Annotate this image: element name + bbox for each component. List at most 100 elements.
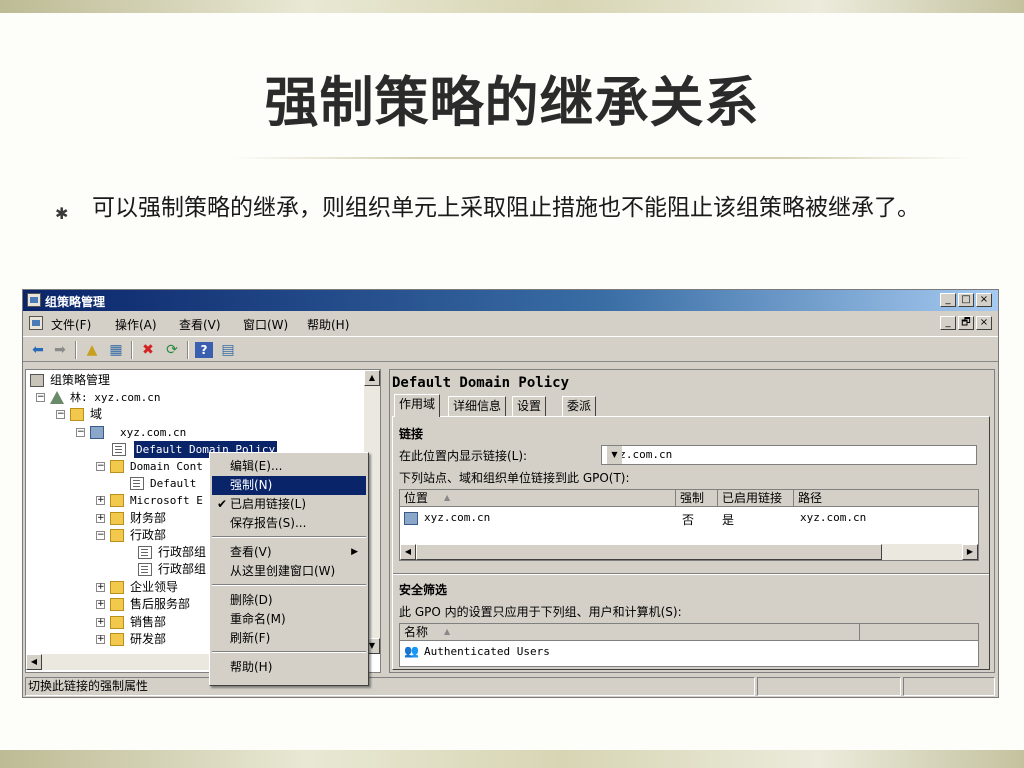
forward-arrow-icon[interactable]: ➡ — [51, 342, 69, 358]
tree-node-label: 销售部 — [130, 615, 167, 629]
details-pane: Default Domain Policy 作用域 详细信息 设置 委派 链接 … — [389, 369, 995, 673]
tab-delegation[interactable]: 委派 — [562, 396, 597, 416]
column-header-location[interactable]: 位置 ▲ — [400, 490, 676, 507]
ou-folder-icon — [110, 598, 124, 611]
scroll-left-icon[interactable]: ◀ — [400, 544, 416, 560]
menu-item-view[interactable]: 查看(V) ▶ — [212, 543, 366, 562]
close-button[interactable]: × — [976, 293, 992, 307]
menu-item-new-window[interactable]: 从这里创建窗口(W) — [212, 562, 366, 581]
menu-item-edit[interactable]: 编辑(E)... — [212, 457, 366, 476]
menu-view[interactable]: 查看(V) — [179, 316, 221, 333]
menu-item-delete[interactable]: 删除(D) — [212, 591, 366, 610]
table-row[interactable]: xyz.com.cn 否 是 xyz.com.cn — [404, 511, 976, 527]
links-header: 链接 — [399, 427, 424, 441]
tab-settings[interactable]: 设置 — [512, 396, 547, 416]
collapse-icon[interactable]: − — [76, 428, 85, 437]
column-header-name[interactable]: 名称 ▲ — [400, 624, 860, 641]
column-header-path[interactable]: 路径 — [794, 490, 978, 507]
expand-icon[interactable]: + — [96, 583, 105, 592]
links-horizontal-scrollbar[interactable]: ◀ ▶ — [400, 544, 978, 560]
toolbar-separator — [131, 341, 133, 359]
scroll-left-icon[interactable]: ◀ — [26, 654, 42, 670]
menu-help[interactable]: 帮助(H) — [307, 316, 349, 333]
status-panel — [757, 677, 901, 696]
menu-item-link-enabled[interactable]: ✔ 已启用链接(L) — [212, 495, 366, 514]
show-hide-tree-icon[interactable]: ▦ — [107, 342, 125, 358]
ou-folder-icon — [110, 460, 124, 473]
tree-node-label: 组策略管理 — [50, 373, 111, 387]
menu-file[interactable]: 文件(F) — [51, 316, 91, 333]
menu-item-label: 查看(V) — [230, 545, 272, 559]
status-panel — [903, 677, 995, 696]
menu-item-enforced[interactable]: 强制(N) — [212, 476, 366, 495]
gpmc-window: 组策略管理 _ □ × 文件(F) 操作(A) 查看(V) 窗口(W) 帮助(H… — [22, 289, 999, 698]
security-filtering-label: 此 GPO 内的设置只应用于下列组、用户和计算机(S): — [399, 605, 682, 619]
tree-node-label: Microsoft E — [130, 494, 203, 507]
section-divider — [393, 573, 989, 575]
tab-details[interactable]: 详细信息 — [448, 396, 507, 416]
tree-node-label: 行政部组 — [158, 545, 207, 559]
tree-node-label: 研发部 — [130, 632, 167, 646]
sort-arrow-icon: ▲ — [444, 627, 451, 636]
menu-item-save-report[interactable]: 保存报告(S)... — [212, 514, 366, 533]
column-header-empty — [860, 624, 978, 641]
tree-node-label: 行政部 — [130, 528, 167, 542]
collapse-icon[interactable]: − — [96, 531, 105, 540]
menu-item-refresh[interactable]: 刷新(F) — [212, 629, 366, 648]
menu-action[interactable]: 操作(A) — [115, 316, 157, 333]
domains-folder-icon — [70, 408, 84, 421]
chevron-down-icon[interactable]: ▼ — [606, 446, 622, 464]
child-restore-button[interactable]: 🗗 — [958, 316, 974, 330]
window-title: 组策略管理 — [45, 295, 106, 309]
tree-node-label: 林: xyz.com.cn — [70, 391, 161, 404]
expand-icon[interactable]: + — [96, 635, 105, 644]
delete-icon[interactable]: ✖ — [139, 342, 157, 358]
column-label: 位置 — [404, 491, 429, 505]
menu-item-help[interactable]: 帮助(H) — [212, 658, 366, 677]
child-close-button[interactable]: × — [976, 316, 992, 330]
collapse-icon[interactable]: − — [36, 393, 45, 402]
expand-icon[interactable]: + — [96, 618, 105, 627]
gpo-link-icon — [112, 443, 126, 456]
ou-folder-icon — [110, 633, 124, 646]
status-bar: 切换此链接的强制属性 — [25, 677, 996, 696]
gpo-title: Default Domain Policy — [392, 375, 570, 391]
tree-node-label: 企业领导 — [130, 580, 179, 594]
slide-top-band — [0, 0, 1024, 13]
menu-window[interactable]: 窗口(W) — [243, 316, 288, 333]
ou-folder-icon — [110, 512, 124, 525]
ou-folder-icon — [110, 616, 124, 629]
window-titlebar[interactable]: 组策略管理 _ □ × — [23, 290, 998, 311]
tab-scope[interactable]: 作用域 — [394, 394, 441, 417]
tree-node-label: 售后服务部 — [130, 597, 191, 611]
help-icon[interactable]: ? — [195, 342, 213, 358]
menu-separator — [212, 584, 366, 586]
domain-icon — [404, 512, 418, 525]
minimize-button[interactable]: _ — [940, 293, 956, 307]
maximize-button[interactable]: □ — [958, 293, 974, 307]
column-header-enforced[interactable]: 强制 — [676, 490, 718, 507]
up-folder-icon[interactable]: ▲ — [83, 342, 101, 358]
location-dropdown[interactable]: xyz.com.cn ▼ — [601, 445, 977, 465]
expand-icon[interactable]: + — [96, 600, 105, 609]
scroll-right-icon[interactable]: ▶ — [962, 544, 978, 560]
properties-icon[interactable]: ▤ — [219, 342, 237, 358]
security-table: 名称 ▲ 👥 Authenticated Users — [399, 623, 979, 667]
sort-arrow-icon: ▲ — [444, 493, 451, 502]
expand-icon[interactable]: + — [96, 496, 105, 505]
console-icon — [29, 316, 43, 330]
expand-icon[interactable]: + — [96, 514, 105, 523]
collapse-icon[interactable]: − — [56, 410, 65, 419]
security-filtering-header: 安全筛选 — [399, 583, 448, 597]
menu-item-rename[interactable]: 重命名(M) — [212, 610, 366, 629]
refresh-icon[interactable]: ⟳ — [163, 342, 181, 358]
column-header-link-enabled[interactable]: 已启用链接 — [718, 490, 794, 507]
child-minimize-button[interactable]: _ — [940, 316, 956, 330]
cell-location: xyz.com.cn — [424, 511, 491, 524]
scroll-up-icon[interactable]: ▲ — [364, 370, 380, 386]
context-menu: 编辑(E)... 强制(N) ✔ 已启用链接(L) 保存报告(S)... 查看(… — [209, 452, 369, 686]
table-row[interactable]: 👥 Authenticated Users — [404, 644, 976, 660]
back-arrow-icon[interactable]: ⬅ — [29, 342, 47, 358]
collapse-icon[interactable]: − — [96, 462, 105, 471]
scroll-thumb[interactable] — [416, 544, 882, 560]
